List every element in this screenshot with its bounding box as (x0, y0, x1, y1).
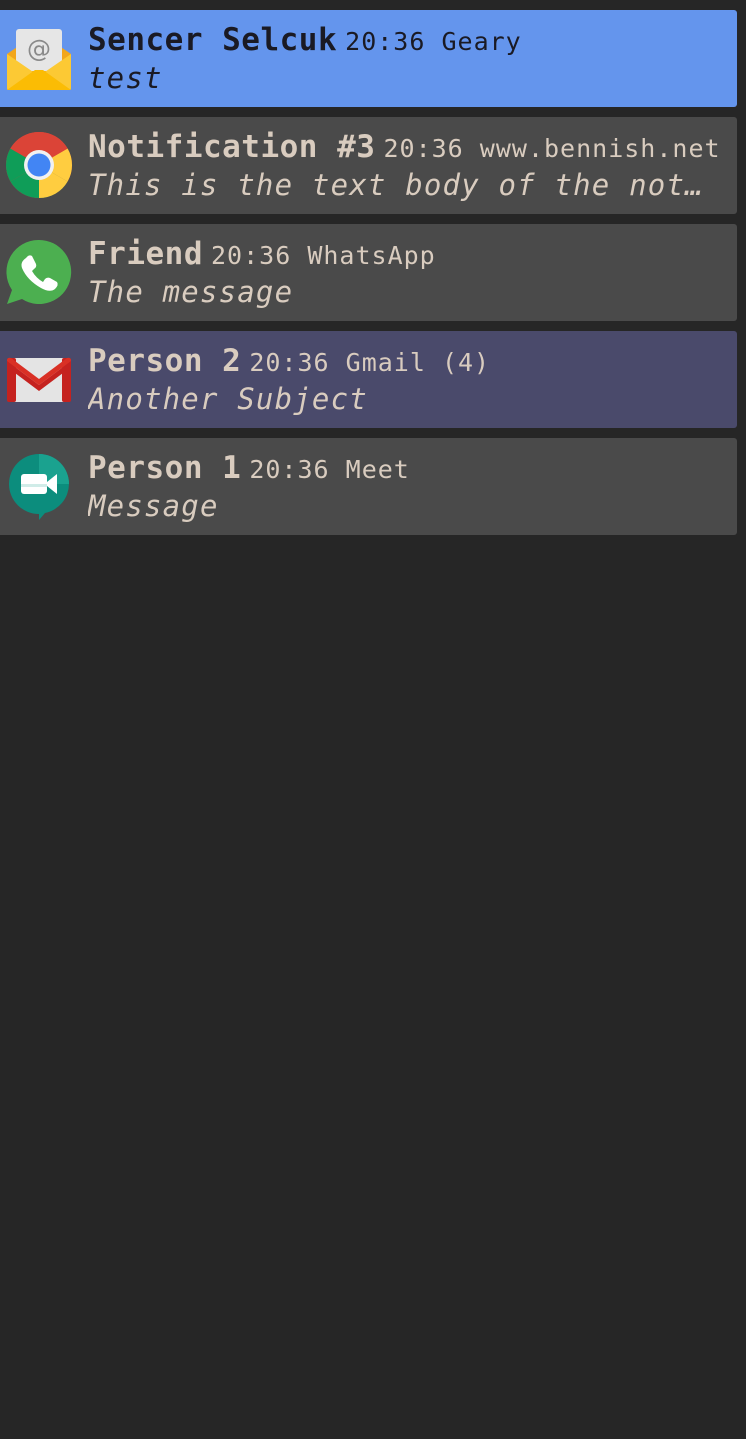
notification-time: 20:36 (249, 455, 330, 484)
notification-time: 20:36 (345, 27, 426, 56)
svg-text:@: @ (27, 35, 51, 63)
notification-body: This is the text body of the not… (88, 168, 704, 202)
gmail-icon (5, 345, 73, 413)
notification-time: 20:36 (249, 348, 330, 377)
notification-gmail[interactable]: Person 2 20:36 Gmail (4) Another Subject (0, 331, 737, 428)
notification-whatsapp[interactable]: Friend 20:36 WhatsApp The message (0, 224, 737, 321)
notification-summary: Friend (88, 236, 203, 272)
geary-mail-icon: @ (5, 24, 73, 92)
whatsapp-icon (5, 238, 73, 306)
notification-body: Message (88, 489, 219, 523)
notification-app-name: www.bennish.net (479, 134, 721, 163)
notification-summary: Notification #3 (88, 129, 376, 165)
notification-time: 20:36 (210, 241, 292, 270)
notification-app-name: Gmail (4) (345, 348, 491, 377)
notification-body: Another Subject (88, 382, 368, 416)
notification-chrome[interactable]: Notification #3 20:36 www.bennish.net Thi… (0, 117, 737, 214)
notification-summary: Sencer Selcuk (88, 22, 338, 58)
notification-geary[interactable]: @ Sencer Selcuk 20:36 Geary test (0, 10, 737, 107)
notification-list: @ Sencer Selcuk 20:36 Geary test Notific… (0, 10, 737, 545)
notification-app-name: WhatsApp (307, 241, 436, 270)
notification-body: test (88, 61, 163, 95)
notification-app-name: Meet (345, 455, 410, 484)
notification-time: 20:36 (383, 134, 464, 163)
notification-summary: Person 2 (88, 343, 242, 379)
chrome-icon (5, 131, 73, 199)
notification-app-name: Geary (441, 27, 522, 56)
notification-summary: Person 1 (88, 450, 242, 486)
google-meet-icon (5, 452, 73, 520)
notification-meet[interactable]: Person 1 20:36 Meet Message (0, 438, 737, 535)
notification-body: The message (88, 275, 294, 309)
